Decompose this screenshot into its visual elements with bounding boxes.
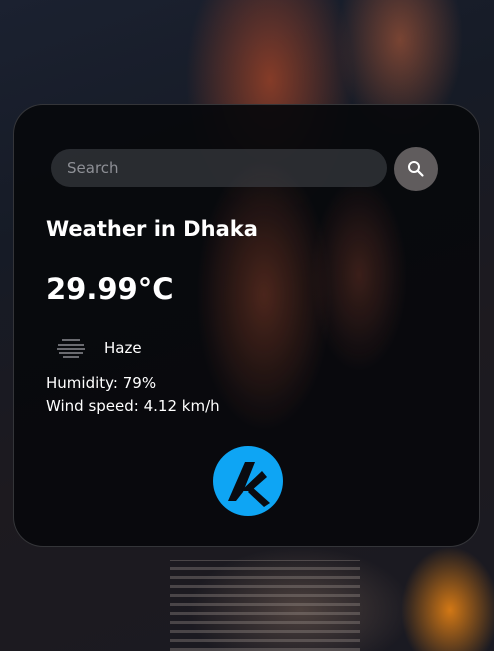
- search-button[interactable]: [394, 147, 438, 191]
- condition-row: Haze: [54, 335, 142, 361]
- location-title: Weather in Dhaka: [46, 217, 258, 241]
- background-shutter: [170, 560, 360, 651]
- search-bar: [51, 147, 438, 191]
- logo-icon: [213, 446, 283, 516]
- weather-card: Weather in Dhaka 29.99°C Haze Humidity: …: [13, 104, 480, 547]
- temperature: 29.99°C: [46, 272, 174, 306]
- haze-icon: [57, 339, 85, 358]
- search-icon: [408, 161, 424, 177]
- wind-speed-text: Wind speed: 4.12 km/h: [46, 397, 220, 415]
- condition-text: Haze: [104, 339, 142, 357]
- humidity-text: Humidity: 79%: [46, 374, 157, 392]
- search-input[interactable]: [51, 149, 387, 187]
